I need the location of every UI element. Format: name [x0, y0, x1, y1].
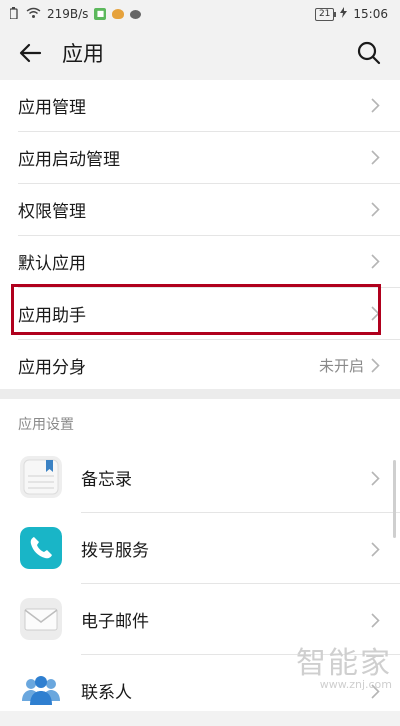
app-twin-status: 未开启: [318, 357, 364, 375]
chevron-right-icon: [371, 254, 380, 269]
app-item-label: 联系人: [81, 683, 132, 703]
section-title: 应用设置: [18, 417, 74, 433]
contacts-icon: [20, 669, 62, 711]
chevron-right-icon: [371, 542, 380, 557]
app-notification-icon: ■: [94, 8, 107, 20]
menu-item-app-twin[interactable]: 应用分身 未开启: [18, 340, 400, 391]
watermark: 智能家 www.znj.com: [296, 646, 392, 692]
signal-icon: [9, 6, 20, 22]
search-icon[interactable]: [356, 40, 382, 66]
chevron-right-icon: [371, 150, 380, 165]
app-menu-list: 应用管理 应用启动管理 权限管理 默认应用 应用助手 应用分身 未开启: [0, 80, 400, 391]
phone-icon: [20, 527, 62, 569]
menu-item-label: 权限管理: [18, 202, 86, 222]
wechat-icon: [130, 9, 142, 19]
app-item-label: 电子邮件: [81, 612, 149, 632]
section-divider: [0, 389, 400, 399]
app-item-label: 备忘录: [81, 470, 132, 490]
app-bar: 应用: [0, 28, 400, 80]
battery-icon: 21: [314, 7, 337, 21]
app-item-email[interactable]: 电子邮件: [0, 585, 400, 655]
menu-item-app-management[interactable]: 应用管理: [18, 80, 400, 132]
back-arrow-icon[interactable]: [18, 40, 44, 66]
highlight-box: [11, 284, 381, 335]
weibo-icon: [112, 9, 125, 19]
chevron-right-icon: [371, 358, 380, 373]
app-item-label: 拨号服务: [81, 541, 149, 561]
chevron-right-icon: [371, 98, 380, 113]
net-speed: 219B/s: [47, 7, 89, 21]
email-icon: [20, 598, 62, 640]
notepad-icon: [20, 456, 62, 498]
menu-item-label: 应用启动管理: [18, 150, 120, 170]
menu-item-app-launch[interactable]: 应用启动管理: [18, 132, 400, 184]
scrollbar[interactable]: [393, 460, 396, 538]
chevron-right-icon: [371, 202, 380, 217]
chevron-right-icon: [371, 613, 380, 628]
row-divider: [81, 583, 400, 584]
watermark-title: 智能家: [296, 646, 392, 681]
status-bar: 219B/s ■ 21 15:06: [0, 0, 400, 28]
app-item-phone[interactable]: 拨号服务: [0, 514, 400, 584]
clock: 15:06: [353, 7, 388, 21]
menu-item-permissions[interactable]: 权限管理: [18, 184, 400, 236]
wifi-icon: [26, 7, 41, 22]
menu-item-label: 应用分身: [18, 358, 86, 378]
row-divider: [81, 512, 400, 513]
page-title: 应用: [62, 42, 104, 66]
chevron-right-icon: [371, 471, 380, 486]
menu-item-label: 应用管理: [18, 98, 86, 118]
menu-item-label: 默认应用: [18, 254, 86, 274]
charging-icon: [340, 7, 348, 21]
menu-item-default-apps[interactable]: 默认应用: [18, 236, 400, 288]
app-item-notepad[interactable]: 备忘录: [0, 443, 400, 513]
